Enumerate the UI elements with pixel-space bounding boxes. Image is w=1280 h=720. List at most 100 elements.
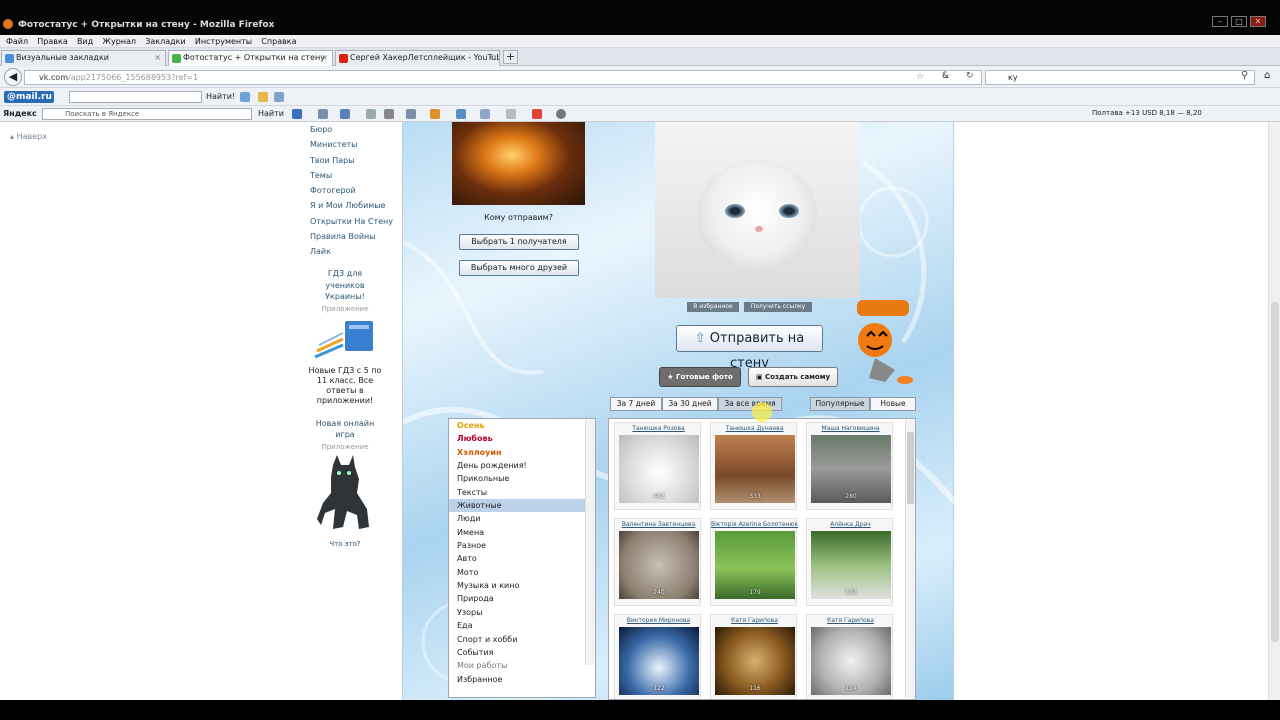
category-item[interactable]: Любовь xyxy=(449,432,595,445)
history-icon[interactable] xyxy=(384,109,394,119)
close-tab-icon[interactable]: × xyxy=(154,51,161,65)
photo-card[interactable]: Валентина Завтинцева 240 xyxy=(614,518,701,606)
get-link-button[interactable]: Получить ссылку xyxy=(744,302,812,312)
photo-author-link[interactable]: Валентина Завтинцева xyxy=(615,521,702,528)
category-scrollbar[interactable] xyxy=(585,420,595,665)
category-item[interactable]: Хэллоуин xyxy=(449,446,595,459)
menu-file[interactable]: Файл xyxy=(6,35,28,48)
promo-what-link[interactable]: Что это? xyxy=(305,538,385,550)
back-button[interactable]: ◀ xyxy=(4,68,22,86)
photo-author-link[interactable]: Катя Гарипова xyxy=(711,617,798,624)
menu-edit[interactable]: Правка xyxy=(37,35,67,48)
category-item[interactable]: Осень xyxy=(449,419,595,432)
category-item[interactable]: Животные xyxy=(449,499,595,513)
maximize-button[interactable]: □ xyxy=(1231,16,1247,27)
left-menu-item[interactable]: Открытки На Стену xyxy=(310,214,393,229)
pencil-icon[interactable] xyxy=(258,92,268,102)
page-scrollbar[interactable] xyxy=(1268,122,1280,700)
sort-new[interactable]: Новые xyxy=(870,397,916,411)
weather-widget[interactable]: Полтава +13 USD 8,18 — 8,20 xyxy=(1092,109,1202,117)
screenshot-icon[interactable] xyxy=(274,92,284,102)
home-icon[interactable]: ⌂ xyxy=(1264,70,1270,81)
promo-game-title[interactable]: Новая онлайн игра xyxy=(314,418,376,441)
yandex-logo[interactable]: Яндекс xyxy=(3,109,37,118)
add-to-favorites-button[interactable]: В избранное xyxy=(687,302,739,312)
lynx-image[interactable] xyxy=(313,453,377,535)
filter-all-time[interactable]: За все время xyxy=(718,397,782,411)
close-tab-icon[interactable]: × xyxy=(488,51,495,65)
disk-icon[interactable] xyxy=(406,109,416,119)
photo-card[interactable]: Виктория Миронова 122 xyxy=(614,614,702,699)
minimize-button[interactable]: – xyxy=(1212,16,1228,27)
category-list[interactable]: Осень Любовь Хэллоуин День рождения! Приколь… xyxy=(448,418,596,698)
photo-card[interactable]: Алёнка Драч 172 xyxy=(806,518,893,606)
photo-author-link[interactable]: Виктория Миронова xyxy=(615,617,702,624)
send-to-wall-button[interactable]: ⇧ Отправить на стену xyxy=(676,325,823,371)
selected-cat-image[interactable] xyxy=(655,122,860,298)
category-item[interactable]: Прикольные xyxy=(449,472,595,485)
new-tab-button[interactable]: + xyxy=(503,50,518,64)
search-input[interactable]: ку xyxy=(985,70,1255,85)
yandex-search-input[interactable]: Поискать в Яндексе xyxy=(42,108,252,120)
photo-author-link[interactable]: Танюшка Розова xyxy=(615,425,702,432)
close-window-button[interactable]: ✕ xyxy=(1250,16,1266,27)
photo-card[interactable]: Танюшка Розова 442 xyxy=(614,422,701,510)
ampersand-icon[interactable]: & xyxy=(942,71,949,81)
vk-icon[interactable] xyxy=(292,109,302,119)
menu-bookmarks[interactable]: Закладки xyxy=(145,35,185,48)
page-scroll-thumb[interactable] xyxy=(1271,302,1279,642)
photo-author-link[interactable]: Танюшка Дунаева xyxy=(711,425,798,432)
photo-card[interactable]: Маша Наговицина 280 xyxy=(806,422,893,510)
left-menu-item[interactable]: Я и Мои Любимые xyxy=(310,198,393,213)
category-item[interactable]: Разное xyxy=(449,539,595,552)
back-to-top-link[interactable]: ▴ Наверх xyxy=(10,132,47,141)
filter-30-days[interactable]: За 30 дней xyxy=(662,397,718,411)
choose-one-recipient-button[interactable]: Выбрать 1 получателя xyxy=(459,234,579,250)
menu-view[interactable]: Вид xyxy=(77,35,93,48)
photo-card[interactable]: Катя Гарипова 116 xyxy=(710,614,798,699)
translate-icon[interactable] xyxy=(240,92,250,102)
chat-icon[interactable] xyxy=(506,109,516,119)
category-item[interactable]: Мото xyxy=(449,566,595,579)
photo-card[interactable]: Танюшка Дунаева 333 xyxy=(710,422,797,510)
photo-author-link[interactable]: Вікторія Azerina Болотенюк xyxy=(711,521,798,528)
category-item[interactable]: Имена xyxy=(449,526,595,539)
tab-youtube[interactable]: Сергей ХакерЛетсплейщик - YouTube × xyxy=(335,50,500,66)
gear-icon[interactable] xyxy=(556,109,566,119)
category-item[interactable]: Люди xyxy=(449,512,595,525)
menu-help[interactable]: Справка xyxy=(261,35,296,48)
window-icon[interactable] xyxy=(366,109,376,119)
category-item[interactable]: Спорт и хобби xyxy=(449,633,595,646)
mailru-find-button[interactable]: Найти! xyxy=(206,92,235,101)
close-tab-icon[interactable]: × xyxy=(321,51,328,65)
left-menu-item[interactable]: Фотогерой xyxy=(310,183,393,198)
category-item[interactable]: Мои работы xyxy=(449,659,595,672)
search-icon[interactable]: ⚲ xyxy=(1241,70,1248,81)
fox-icon[interactable] xyxy=(430,109,440,119)
yandex-find-button[interactable]: Найти xyxy=(258,109,284,118)
left-menu-item[interactable]: Правила Войны xyxy=(310,229,393,244)
category-item[interactable]: Авто xyxy=(449,552,595,565)
photo-author-link[interactable]: Алёнка Драч xyxy=(807,521,894,528)
tab-photostatus[interactable]: Фотостатус + Открытки на стену × xyxy=(168,50,333,66)
tab-visual-bookmarks[interactable]: Визуальные закладки × xyxy=(1,50,166,66)
scroll-thumb[interactable] xyxy=(907,432,914,504)
create-yourself-button[interactable]: ▣ Создать самому xyxy=(748,367,838,387)
photo-card[interactable]: Катя Гарипова 114 xyxy=(806,614,893,699)
photo-author-link[interactable]: Маша Наговицина xyxy=(807,425,894,432)
menu-tools[interactable]: Инструменты xyxy=(195,35,252,48)
bookmark-icon[interactable] xyxy=(532,109,542,119)
category-item[interactable]: Тексты xyxy=(449,486,595,499)
mail-icon[interactable] xyxy=(318,109,328,119)
category-item[interactable]: Природа xyxy=(449,592,595,605)
reload-icon[interactable]: ↻ xyxy=(966,71,974,81)
sort-popular[interactable]: Популярные xyxy=(810,397,870,411)
promo-gdz[interactable]: ГДЗ для учеников Украины! Приложение Нов… xyxy=(305,268,385,550)
left-menu-item[interactable]: Министеты xyxy=(310,137,393,152)
left-menu-item[interactable]: Бюро xyxy=(310,122,393,137)
promo-gdz-title[interactable]: ГДЗ для учеников Украины! xyxy=(320,268,370,303)
category-item[interactable]: Еда xyxy=(449,619,595,632)
ready-photos-button[interactable]: ★ Готовые фото xyxy=(659,367,741,387)
menu-history[interactable]: Журнал xyxy=(102,35,136,48)
photo-grid-scrollbar[interactable] xyxy=(905,420,915,698)
